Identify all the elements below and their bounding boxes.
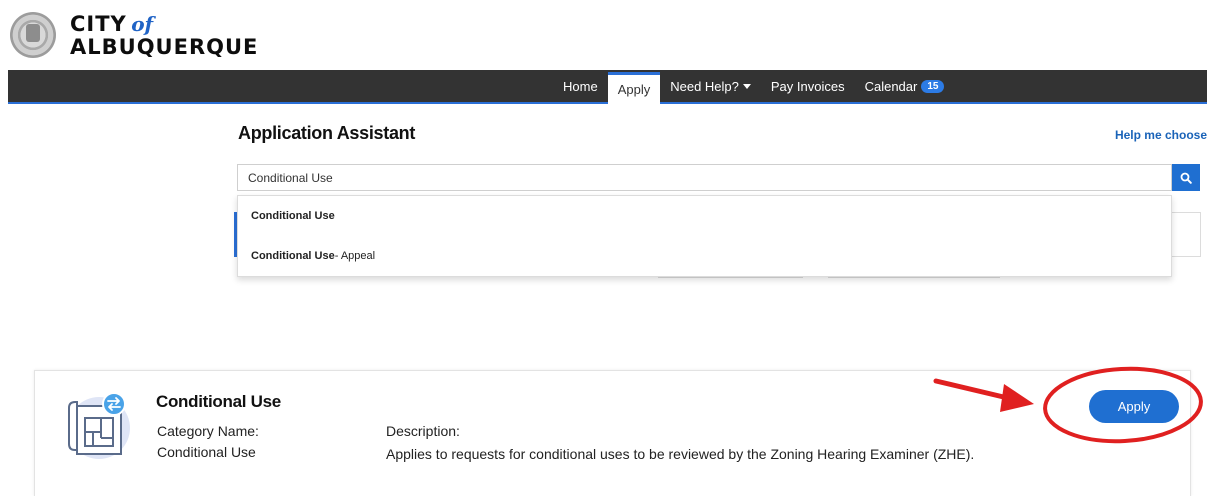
nav-pay-invoices[interactable]: Pay Invoices [761,70,855,102]
nav-apply[interactable]: Apply [607,72,661,104]
logo-of-text: of [131,11,154,36]
nav-calendar[interactable]: Calendar 15 [855,70,955,102]
blueprint-document-icon [68,392,130,459]
result-title: Conditional Use [156,392,281,411]
page-title: Application Assistant [238,123,416,143]
city-logo[interactable]: CITY of ALBUQUERQUE [10,8,258,62]
logo-city-text: CITY [70,11,127,36]
nav-home[interactable]: Home [553,70,608,102]
nav-pay-invoices-label: Pay Invoices [770,78,845,94]
search-button[interactable] [1172,164,1200,191]
background-divider [828,277,1000,278]
category-value: Conditional Use [157,444,256,460]
nav-home-label: Home [563,78,598,94]
suggestion-rest: - Appeal [334,250,376,262]
main-nav-bar: Home Apply Need Help? Pay Invoices Calen… [8,70,1207,104]
logo-wordmark: CITY of ALBUQUERQUE [70,11,259,59]
search-icon [1180,172,1192,184]
nav-calendar-label: Calendar [864,78,918,94]
calendar-count-badge: 15 [921,79,945,93]
city-seal-icon [10,12,56,58]
suggestion-item[interactable]: Conditional Use - Appeal [238,236,1171,276]
description-text: Applies to requests for conditional uses… [386,446,975,462]
category-label: Category Name: [157,423,259,439]
background-card-edge [1171,212,1201,257]
suggestion-match: Conditional Use [251,210,335,222]
result-card: Conditional Use Category Name: Condition… [34,370,1191,496]
search-suggestions: Conditional Use Conditional Use - Appeal [237,195,1172,277]
apply-button[interactable]: Apply [1089,390,1179,423]
logo-name-text: ALBUQUERQUE [70,34,259,59]
nav-apply-label: Apply [617,82,651,97]
help-me-choose-link[interactable]: Help me choose [1115,128,1207,142]
nav-need-help-label: Need Help? [670,78,739,94]
suggestion-item[interactable]: Conditional Use [238,196,1171,236]
caret-down-icon [742,83,751,89]
nav-need-help[interactable]: Need Help? [660,70,761,102]
suggestion-match: Conditional Use [251,250,335,262]
search-bar [237,164,1200,191]
nav-menu: Home Apply Need Help? Pay Invoices Calen… [553,70,955,104]
search-input[interactable] [237,164,1172,191]
description-label: Description: [386,423,460,439]
background-divider [658,277,803,278]
